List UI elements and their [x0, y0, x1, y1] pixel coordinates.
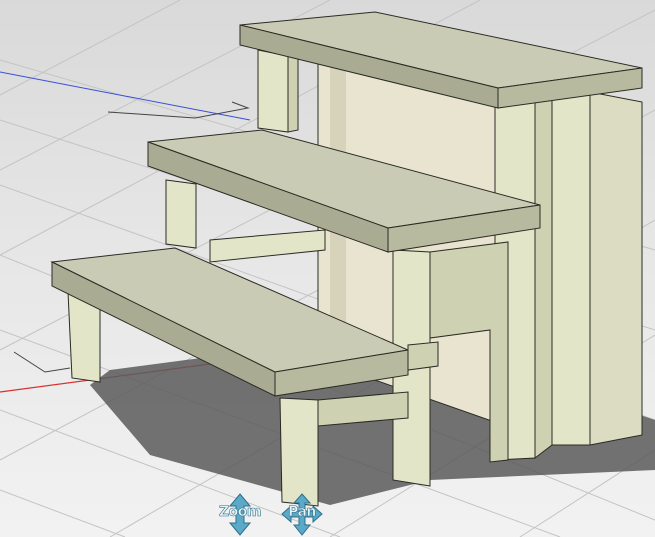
bottom-front-leg: [279, 397, 319, 507]
pan-control[interactable]: Pan: [272, 492, 332, 537]
grid-line: [0, 489, 126, 537]
rear-post-front: [551, 91, 591, 446]
zoom-control[interactable]: Zoom: [210, 492, 270, 537]
top-shelf-leg: [257, 49, 289, 133]
grid-line: [0, 0, 181, 96]
zoom-label: Zoom: [219, 504, 262, 521]
rear-post-side: [534, 95, 553, 460]
bottom-shelf-tab: [407, 341, 439, 371]
3d-viewport[interactable]: Zoom Pan: [0, 0, 655, 537]
middle-stretcher: [209, 229, 326, 263]
scene-canvas[interactable]: [0, 0, 655, 537]
middle-shelf-leg: [165, 179, 197, 249]
side-panel: [589, 91, 643, 446]
dimension-mark: [13, 351, 71, 373]
pan-label: Pan: [288, 504, 317, 521]
top-shelf-leg-side: [287, 53, 299, 133]
